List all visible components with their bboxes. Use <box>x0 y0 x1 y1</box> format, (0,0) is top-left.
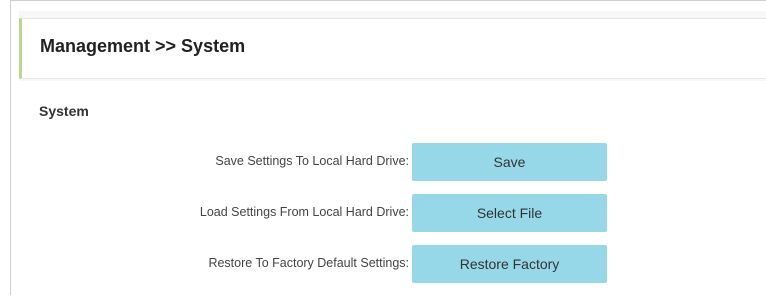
load-settings-label: Load Settings From Local Hard Drive: <box>199 205 409 219</box>
content-frame: Management >> System System Save Setting… <box>10 0 766 296</box>
page-header: Management >> System <box>19 18 766 79</box>
settings-section: System Save Settings To Local Hard Drive… <box>19 81 766 296</box>
save-settings-label: Save Settings To Local Hard Drive: <box>215 154 409 168</box>
system-panel: Management >> System System Save Setting… <box>19 11 766 296</box>
restore-factory-label: Restore To Factory Default Settings: <box>208 256 409 270</box>
restore-factory-row: Restore To Factory Default Settings: Res… <box>19 245 766 283</box>
select-file-button[interactable]: Select File <box>412 194 607 232</box>
page-title: Management >> System <box>40 36 246 56</box>
restore-factory-button[interactable]: Restore Factory <box>412 245 607 283</box>
save-button[interactable]: Save <box>412 143 607 181</box>
save-settings-row: Save Settings To Local Hard Drive: Save <box>19 143 766 181</box>
section-title: System <box>39 103 89 119</box>
load-settings-row: Load Settings From Local Hard Drive: Sel… <box>19 194 766 232</box>
